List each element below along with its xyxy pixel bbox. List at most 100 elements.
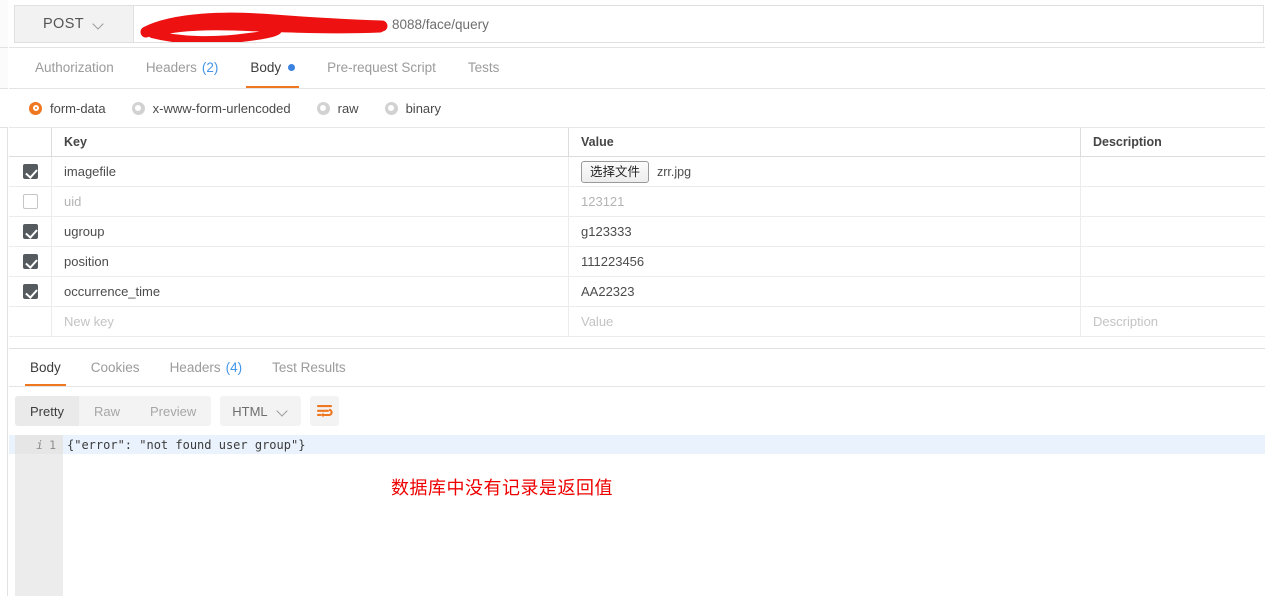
http-method-label: POST xyxy=(43,16,84,32)
column-header-description: Description xyxy=(1093,135,1162,149)
table-row: imagefile 选择文件 zrr.jpg xyxy=(9,157,1265,187)
response-tab-cookies[interactable]: Cookies xyxy=(76,348,155,386)
tab-label: Headers xyxy=(170,360,221,375)
rail-segment xyxy=(0,48,8,89)
view-mode-preview[interactable]: Preview xyxy=(135,396,211,426)
row-checkbox-cell xyxy=(9,247,52,276)
radio-form-data[interactable]: form-data xyxy=(29,101,106,116)
view-mode-pretty[interactable]: Pretty xyxy=(15,396,79,426)
row-enabled-checkbox[interactable] xyxy=(23,284,38,299)
left-rail xyxy=(0,0,8,596)
row-key-cell[interactable]: uid xyxy=(52,187,569,216)
header-checkbox-cell xyxy=(9,128,52,156)
tab-body[interactable]: Body xyxy=(234,47,311,88)
http-method-dropdown[interactable]: POST xyxy=(15,6,134,42)
row-key-cell[interactable]: position xyxy=(52,247,569,276)
response-toolbar: Pretty Raw Preview HTML xyxy=(9,387,1265,435)
row-description-cell[interactable] xyxy=(1081,217,1265,246)
info-icon[interactable]: i xyxy=(36,438,43,452)
postman-window: POST 8088/face/query Authorization Heade… xyxy=(0,0,1265,596)
radio-unselected-icon xyxy=(317,102,330,115)
row-value-text: 111223456 xyxy=(581,254,644,269)
new-key-placeholder: New key xyxy=(64,314,114,329)
radio-x-www-form-urlencoded[interactable]: x-www-form-urlencoded xyxy=(132,101,291,116)
row-value-cell[interactable]: 123121 xyxy=(569,187,1081,216)
tab-headers[interactable]: Headers (2) xyxy=(130,47,235,88)
new-row-checkbox-cell xyxy=(9,307,52,336)
new-row-description-cell[interactable]: Description xyxy=(1081,307,1265,336)
row-enabled-checkbox[interactable] xyxy=(23,194,38,209)
row-key-cell[interactable]: occurrence_time xyxy=(52,277,569,306)
view-mode-label: Raw xyxy=(94,404,120,419)
row-key-text: imagefile xyxy=(64,164,116,179)
row-description-cell[interactable] xyxy=(1081,157,1265,186)
rail-segment xyxy=(0,0,8,48)
view-mode-raw[interactable]: Raw xyxy=(79,396,135,426)
tab-tests[interactable]: Tests xyxy=(452,47,516,88)
header-value-cell: Value xyxy=(569,128,1081,156)
row-enabled-checkbox[interactable] xyxy=(23,254,38,269)
row-checkbox-cell xyxy=(9,277,52,306)
radio-label: binary xyxy=(406,101,441,116)
body-type-radio-group: form-data x-www-form-urlencoded raw bina… xyxy=(9,89,1265,128)
row-enabled-checkbox[interactable] xyxy=(23,224,38,239)
response-language-dropdown[interactable]: HTML xyxy=(220,396,300,426)
tab-label: Body xyxy=(250,60,281,75)
tab-authorization[interactable]: Authorization xyxy=(19,47,130,88)
new-description-placeholder: Description xyxy=(1093,314,1158,329)
response-body-viewer[interactable]: i 1 {"error": "not found user group"} xyxy=(9,435,1265,596)
code-line-gutter-cell: i 1 xyxy=(15,435,63,454)
radio-binary[interactable]: binary xyxy=(385,101,441,116)
radio-label: raw xyxy=(338,101,359,116)
row-value-cell[interactable]: AA22323 xyxy=(569,277,1081,306)
tab-label: Pre-request Script xyxy=(327,60,436,75)
table-row: occurrence_time AA22323 xyxy=(9,277,1265,307)
choose-file-button[interactable]: 选择文件 xyxy=(581,161,649,183)
row-value-cell[interactable]: 选择文件 zrr.jpg xyxy=(569,157,1081,186)
row-key-text: ugroup xyxy=(64,224,104,239)
tab-pre-request-script[interactable]: Pre-request Script xyxy=(311,47,452,88)
row-checkbox-cell xyxy=(9,157,52,186)
word-wrap-toggle[interactable] xyxy=(310,396,339,426)
annotation-text: 数据库中没有记录是返回值 xyxy=(391,474,613,500)
tab-label: Tests xyxy=(468,60,500,75)
response-tab-test-results[interactable]: Test Results xyxy=(257,348,361,386)
response-body-text: {"error": "not found user group"} xyxy=(67,435,305,454)
table-row: position 111223456 xyxy=(9,247,1265,277)
file-picker: 选择文件 zrr.jpg xyxy=(581,161,691,183)
response-tab-headers[interactable]: Headers (4) xyxy=(155,348,258,386)
new-row-value-cell[interactable]: Value xyxy=(569,307,1081,336)
row-value-text: g123333 xyxy=(581,224,632,239)
selected-file-name: zrr.jpg xyxy=(657,165,691,179)
response-tab-body[interactable]: Body xyxy=(15,348,76,386)
column-header-value: Value xyxy=(581,135,614,149)
row-key-text: position xyxy=(64,254,109,269)
row-description-cell[interactable] xyxy=(1081,247,1265,276)
row-value-cell[interactable]: 111223456 xyxy=(569,247,1081,276)
column-header-key: Key xyxy=(64,135,87,149)
new-row-key-cell[interactable]: New key xyxy=(52,307,569,336)
row-checkbox-cell xyxy=(9,187,52,216)
row-key-text: uid xyxy=(64,194,81,209)
table-new-row: New key Value Description xyxy=(9,307,1265,337)
row-description-cell[interactable] xyxy=(1081,187,1265,216)
view-mode-switch: Pretty Raw Preview xyxy=(15,396,211,426)
radio-raw[interactable]: raw xyxy=(317,101,359,116)
tab-label: Cookies xyxy=(91,360,140,375)
word-wrap-icon xyxy=(316,404,333,418)
table-header-row: Key Value Description xyxy=(9,128,1265,157)
modified-dot-icon xyxy=(288,64,295,71)
row-key-cell[interactable]: imagefile xyxy=(52,157,569,186)
row-enabled-checkbox[interactable] xyxy=(23,164,38,179)
header-description-cell: Description xyxy=(1081,128,1265,156)
row-key-cell[interactable]: ugroup xyxy=(52,217,569,246)
response-pane: Body Cookies Headers (4) Test Results Pr… xyxy=(9,348,1265,596)
url-input[interactable]: 8088/face/query xyxy=(134,6,1263,42)
row-description-cell[interactable] xyxy=(1081,277,1265,306)
form-data-table: Key Value Description imagefile 选择文件 zrr… xyxy=(9,128,1265,337)
redaction-scribble xyxy=(134,6,394,42)
row-value-cell[interactable]: g123333 xyxy=(569,217,1081,246)
tab-label: Body xyxy=(30,360,61,375)
radio-label: form-data xyxy=(50,101,106,116)
header-key-cell: Key xyxy=(52,128,569,156)
